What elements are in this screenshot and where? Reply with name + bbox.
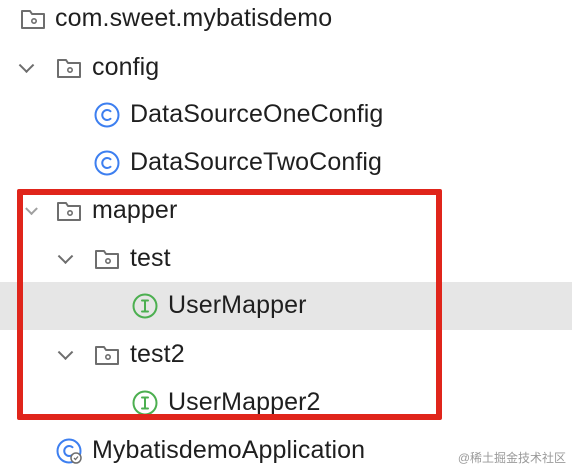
tree-row-package[interactable]: com.sweet.mybatisdemo bbox=[0, 0, 572, 43]
folder-icon bbox=[21, 10, 45, 29]
folder-icon bbox=[57, 59, 81, 78]
tree-label: config bbox=[92, 52, 160, 81]
watermark-text: @稀土掘金技术社区 bbox=[457, 451, 566, 465]
highlight-annotation-box bbox=[17, 189, 442, 420]
chevron-down-icon[interactable] bbox=[18, 57, 35, 74]
tree-row-config[interactable]: config bbox=[0, 44, 572, 92]
class-icon bbox=[94, 150, 120, 176]
tree-label: DataSourceOneConfig bbox=[130, 99, 384, 128]
tree-row-class[interactable]: DataSourceTwoConfig bbox=[0, 139, 572, 187]
tree-label: MybatisdemoApplication bbox=[92, 435, 366, 464]
tree-label: DataSourceTwoConfig bbox=[130, 147, 383, 176]
tree-row-class[interactable]: DataSourceOneConfig bbox=[0, 91, 572, 139]
class-icon bbox=[94, 102, 120, 128]
spring-boot-class-icon bbox=[56, 438, 82, 464]
tree-label: com.sweet.mybatisdemo bbox=[55, 3, 333, 32]
